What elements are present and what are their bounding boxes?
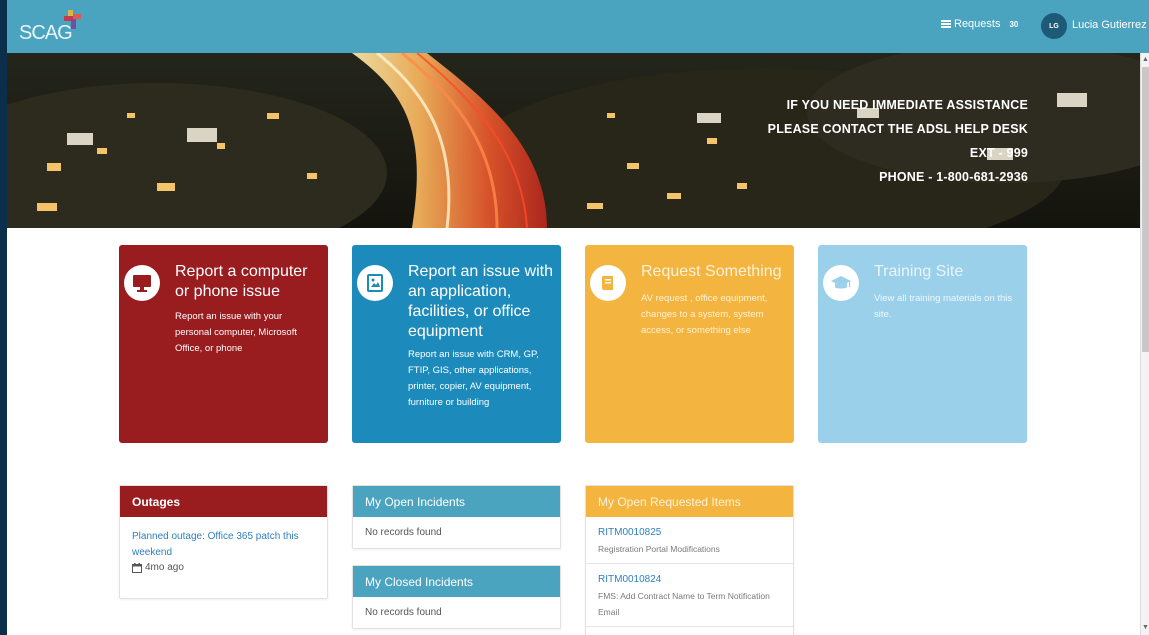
open-incidents-panel: My Open Incidents No records found bbox=[352, 485, 561, 549]
scroll-down-icon[interactable]: ▼ bbox=[1141, 623, 1149, 633]
monitor-icon bbox=[124, 265, 160, 301]
vertical-scrollbar[interactable]: ▲ ▼ bbox=[1140, 53, 1149, 635]
outage-meta: 4mo ago bbox=[132, 562, 315, 573]
card-description: View all training materials on this site… bbox=[874, 293, 1013, 320]
scroll-up-icon[interactable]: ▲ bbox=[1141, 55, 1149, 65]
outage-link[interactable]: Planned outage: Office 365 patch this we… bbox=[132, 529, 315, 561]
portal-window: SCAG Requests 30 LG Lucia Gutierrez IF Y… bbox=[7, 0, 1149, 635]
card-description: Report an issue with CRM, GP, FTIP, GIS,… bbox=[408, 349, 539, 408]
list-item[interactable]: RITM0010824 FMS: Add Contract Name to Te… bbox=[586, 564, 793, 627]
notice-line-4: PHONE - 1-800-681-2936 bbox=[879, 170, 1028, 184]
notice-line-1: IF YOU NEED IMMEDIATE ASSISTANCE bbox=[786, 98, 1028, 112]
logo-mark-icon bbox=[64, 10, 81, 29]
notice-line-2: PLEASE CONTACT THE ADSL HELP DESK bbox=[767, 122, 1028, 136]
requested-items-panel: My Open Requested Items RITM0010825 Regi… bbox=[585, 485, 794, 635]
request-number-link[interactable]: RITM0010824 bbox=[598, 572, 781, 588]
top-navbar: SCAG Requests 30 LG Lucia Gutierrez bbox=[7, 0, 1149, 53]
card-description: AV request , office equipment, changes t… bbox=[641, 293, 768, 336]
requests-count: 30 bbox=[1009, 19, 1019, 29]
scag-logo[interactable]: SCAG bbox=[19, 10, 99, 44]
panel-title: My Closed Incidents bbox=[353, 566, 560, 597]
requests-label: Requests bbox=[954, 18, 1001, 30]
panel-title: Outages bbox=[120, 486, 327, 517]
empty-message: No records found bbox=[365, 607, 442, 618]
scroll-thumb[interactable] bbox=[1142, 67, 1149, 352]
calendar-icon bbox=[132, 562, 142, 573]
help-desk-notice: IF YOU NEED IMMEDIATE ASSISTANCE PLEASE … bbox=[768, 93, 1028, 189]
card-training-site[interactable]: Training Site View all training material… bbox=[818, 245, 1027, 443]
book-icon bbox=[590, 265, 626, 301]
request-number-link[interactable]: RITM0010825 bbox=[598, 525, 781, 541]
card-request-something[interactable]: Request Something AV request , office eq… bbox=[585, 245, 794, 443]
outage-time: 4mo ago bbox=[145, 562, 184, 573]
panel-title: My Open Incidents bbox=[353, 486, 560, 517]
list-item[interactable]: RITM0010825 Registration Portal Modifica… bbox=[586, 517, 793, 564]
notice-line-3: EXT - 999 bbox=[969, 146, 1028, 160]
panel-title: My Open Requested Items bbox=[586, 486, 793, 517]
card-report-computer-issue[interactable]: Report a computer or phone issue Report … bbox=[119, 245, 328, 443]
graduation-cap-icon bbox=[823, 265, 859, 301]
card-description: Report an issue with your personal compu… bbox=[175, 311, 297, 354]
user-name[interactable]: Lucia Gutierrez bbox=[1072, 19, 1147, 31]
card-title: Report an issue with an application, fac… bbox=[408, 263, 553, 340]
hamburger-icon bbox=[941, 20, 951, 28]
card-report-application-issue[interactable]: Report an issue with an application, fac… bbox=[352, 245, 561, 443]
card-title: Request Something bbox=[641, 263, 782, 280]
user-avatar[interactable]: LG bbox=[1041, 13, 1067, 39]
card-title: Training Site bbox=[874, 263, 964, 280]
empty-message: No records found bbox=[365, 527, 442, 538]
outages-panel: Outages Planned outage: Office 365 patch… bbox=[119, 485, 328, 599]
card-title: Report a computer or phone issue bbox=[175, 263, 308, 300]
request-description: FMS: Add Contract Name to Term Notificat… bbox=[598, 591, 770, 617]
requests-menu[interactable]: Requests 30 bbox=[941, 18, 1018, 30]
picture-icon bbox=[357, 265, 393, 301]
request-description: Registration Portal Modifications bbox=[598, 544, 720, 554]
closed-incidents-panel: My Closed Incidents No records found bbox=[352, 565, 561, 629]
hero-banner: IF YOU NEED IMMEDIATE ASSISTANCE PLEASE … bbox=[7, 53, 1140, 228]
